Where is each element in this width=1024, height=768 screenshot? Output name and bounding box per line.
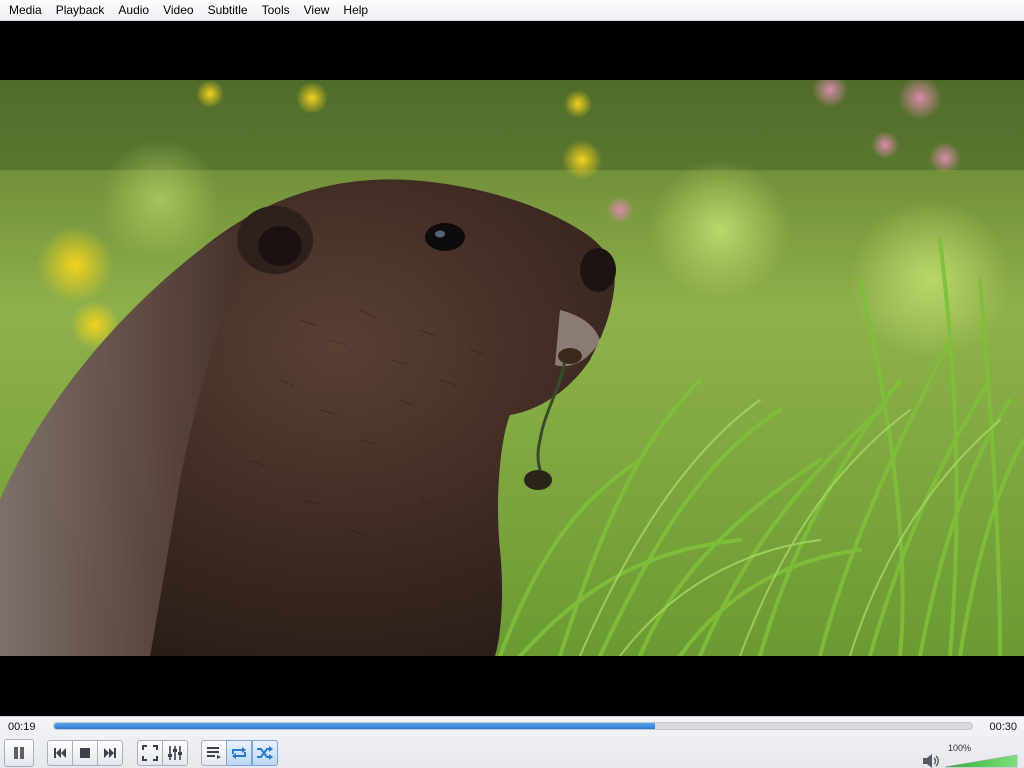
elapsed-time: 00:19 [8, 721, 36, 733]
pause-button[interactable] [4, 739, 34, 767]
total-time: 00:30 [989, 721, 1017, 733]
marmot-video-image [0, 80, 1024, 656]
extended-settings-button[interactable] [162, 740, 188, 766]
menu-help[interactable]: Help [336, 0, 375, 21]
seek-bar-progress [54, 723, 656, 729]
previous-button[interactable] [47, 740, 73, 766]
pause-icon [14, 747, 24, 759]
menu-tools[interactable]: Tools [255, 0, 297, 21]
menu-view[interactable]: View [297, 0, 337, 21]
fullscreen-button[interactable] [137, 740, 163, 766]
skip-next-icon [104, 748, 116, 758]
playlist-icon [207, 747, 221, 759]
playlist-button[interactable] [201, 740, 227, 766]
volume-percent: 100% [948, 743, 972, 753]
skip-previous-icon [54, 748, 66, 758]
video-output[interactable] [0, 21, 1024, 716]
equalizer-icon [168, 746, 182, 760]
random-button[interactable] [252, 740, 278, 766]
menu-media[interactable]: Media [2, 0, 49, 21]
video-frame [0, 80, 1024, 656]
menu-playback[interactable]: Playback [49, 0, 112, 21]
next-button[interactable] [97, 740, 123, 766]
loop-icon [232, 747, 246, 759]
speaker-icon[interactable] [922, 753, 940, 768]
menu-bar: Media Playback Audio Video Subtitle Tool… [0, 0, 1024, 21]
loop-button[interactable] [226, 740, 252, 766]
seek-bar[interactable] [53, 722, 973, 730]
stop-icon [80, 748, 90, 758]
volume-slider[interactable] [944, 754, 1018, 768]
shuffle-icon [257, 746, 273, 760]
fullscreen-icon [142, 745, 158, 761]
stop-button[interactable] [72, 740, 98, 766]
menu-video[interactable]: Video [156, 0, 200, 21]
menu-audio[interactable]: Audio [111, 0, 156, 21]
playback-controls: 00:19 00:30 100% [0, 716, 1024, 768]
menu-subtitle[interactable]: Subtitle [201, 0, 255, 21]
